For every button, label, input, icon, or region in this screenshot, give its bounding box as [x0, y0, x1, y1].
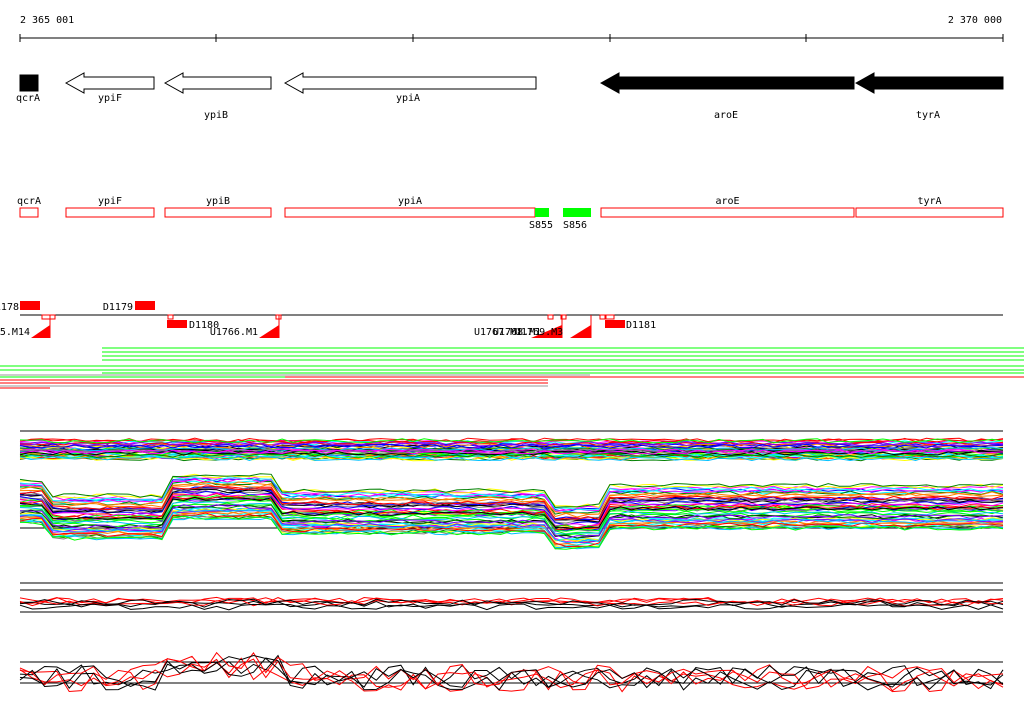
position-ruler: 2 365 001 2 370 000 [19, 15, 1004, 42]
feature-label: D1181 [626, 320, 656, 331]
gene-qcrA[interactable]: qcrA [16, 74, 40, 104]
ruler-start-label: 2 365 001 [20, 15, 74, 26]
gene-arrow[interactable] [64, 72, 155, 94]
segment-label: S855 [529, 220, 553, 231]
genome-browser-canvas: 2 365 001 2 370 000 qcrA ypiF ypiB ypiA aroE… [0, 15, 1024, 693]
feature-block[interactable] [167, 320, 187, 328]
gene-label: aroE [714, 110, 738, 121]
feature-marker [547, 314, 554, 320]
ruler-end-label: 2 370 000 [948, 15, 1002, 26]
alignment-lines-track [0, 347, 1024, 389]
gene-box-label: qcrA [17, 196, 41, 207]
gene-arrow[interactable] [19, 74, 39, 92]
gene-box-qcrA[interactable] [19, 207, 39, 218]
signal-plots [19, 430, 1004, 693]
wedge-marker [570, 325, 591, 338]
feature-block[interactable] [605, 320, 625, 328]
gene-box-tyrA[interactable] [855, 207, 1004, 218]
gene-box-label: ypiA [398, 196, 422, 207]
wedge-label: 55.M14 [0, 327, 30, 338]
gene-ypiA[interactable]: ypiA [283, 72, 537, 104]
gene-ypiB[interactable]: ypiB [163, 72, 272, 121]
segment-S855[interactable] [535, 208, 549, 217]
segment-label: S856 [563, 220, 587, 231]
feature-block[interactable] [20, 301, 40, 310]
gene-arrow-track: qcrA ypiF ypiB ypiA aroE tyrA [16, 72, 1004, 121]
gene-label: tyrA [916, 110, 940, 121]
gene-arrow[interactable] [854, 72, 1004, 94]
feature-marker [605, 314, 615, 320]
segment-S856[interactable] [563, 208, 591, 217]
gene-box-ypiF[interactable] [65, 207, 155, 218]
feature-track: 1178D1179D1180D118155.M14U1766.M1U1767.M… [0, 301, 1003, 338]
gene-box-track: qcrA ypiF ypiB ypiA aroE tyrA S855 S856 [17, 196, 1004, 231]
feature-marker [41, 314, 56, 320]
feature-marker [599, 314, 606, 320]
gene-box-label: ypiB [206, 196, 230, 207]
wedge-marker [31, 325, 50, 338]
signal-line [19, 651, 1004, 687]
gene-box-ypiB[interactable] [164, 207, 272, 218]
wedge-marker [259, 325, 279, 338]
feature-marker [167, 314, 174, 320]
gene-aroE[interactable]: aroE [599, 72, 855, 121]
gene-box-label: ypiF [98, 196, 122, 207]
gene-tyrA[interactable]: tyrA [854, 72, 1004, 121]
gene-box-label: aroE [715, 196, 739, 207]
gene-label: ypiF [98, 93, 122, 104]
gene-arrow[interactable] [599, 72, 855, 94]
signal-line [19, 657, 1004, 693]
gene-label: ypiB [204, 110, 228, 121]
feature-label: D1179 [103, 302, 133, 313]
feature-block[interactable] [135, 301, 155, 310]
wedge-label: U1766.M1 [210, 327, 258, 338]
gene-arrow[interactable] [283, 72, 537, 94]
gene-box-ypiA[interactable] [284, 207, 536, 218]
gene-box-aroE[interactable] [600, 207, 855, 218]
gene-arrow[interactable] [163, 72, 272, 94]
gene-ypiF[interactable]: ypiF [64, 72, 155, 104]
wedge-label: U1769.M3 [515, 327, 563, 338]
feature-label: 1178 [0, 302, 19, 313]
gene-label: qcrA [16, 93, 40, 104]
gene-label: ypiA [396, 93, 420, 104]
gene-box-label: tyrA [917, 196, 941, 207]
